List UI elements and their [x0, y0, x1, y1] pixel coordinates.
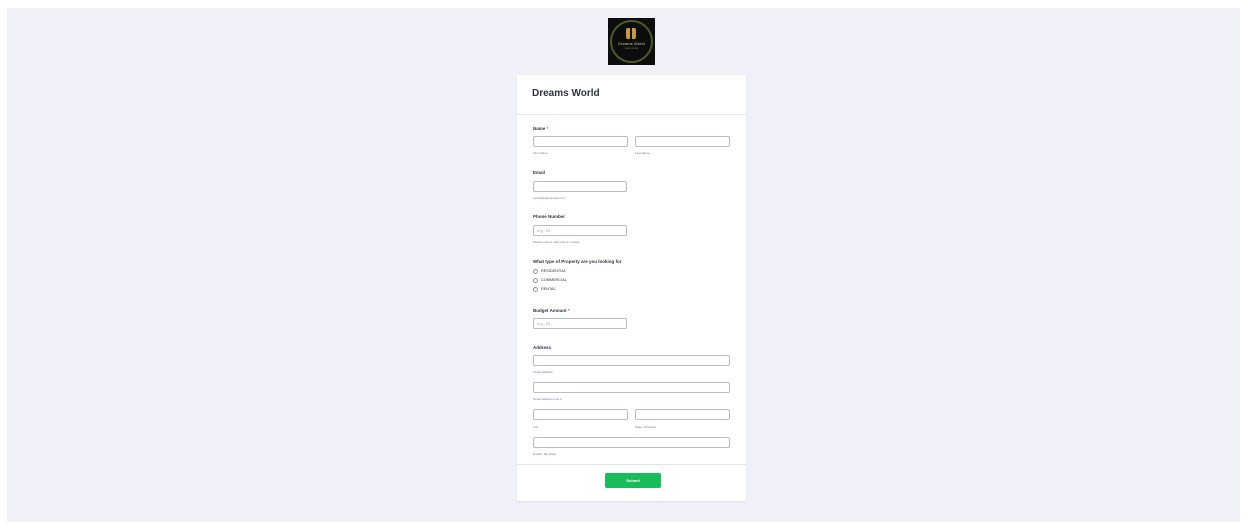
- radio-icon[interactable]: [533, 278, 538, 283]
- form-header: Dreams World: [517, 75, 746, 115]
- required-mark: *: [567, 308, 570, 313]
- zip-code-input[interactable]: [533, 437, 730, 448]
- budget-input[interactable]: [533, 318, 627, 329]
- state-input[interactable]: [635, 409, 730, 420]
- email-label: Email: [533, 170, 546, 175]
- footer-divider: [517, 464, 746, 465]
- company-logo: Dreams World REAL ESTATE: [608, 18, 655, 65]
- budget-label: Budget Amount *: [533, 308, 570, 313]
- email-sublabel: example@example.com: [533, 196, 566, 200]
- street-address-2-sublabel: Street Address Line 2: [533, 397, 562, 401]
- form-title: Dreams World: [532, 88, 600, 99]
- phone-input[interactable]: [533, 225, 627, 236]
- property-option-label: RESIDENTIAL: [541, 269, 566, 273]
- first-name-input[interactable]: [533, 136, 628, 147]
- property-option-label: RENTAL: [541, 287, 556, 291]
- name-label: Name *: [533, 126, 548, 131]
- logo-text: Dreams World: [618, 41, 645, 46]
- last-name-sublabel: Last Name: [635, 151, 650, 155]
- phone-sublabel: Please enter a valid phone number.: [533, 240, 581, 244]
- last-name-input[interactable]: [635, 136, 730, 147]
- submit-button[interactable]: Submit: [605, 473, 661, 488]
- property-option-label: COMMERCIAL: [541, 278, 567, 282]
- phone-label: Phone Number: [533, 214, 566, 219]
- city-sublabel: City: [533, 425, 539, 429]
- street-address-sublabel: Street Address: [533, 370, 553, 374]
- state-sublabel: State / Province: [635, 425, 657, 429]
- form-card: Dreams World Name * First Name Last Name…: [517, 75, 746, 501]
- budget-label-text: Budget Amount: [533, 308, 567, 313]
- first-name-sublabel: First Name: [533, 151, 548, 155]
- radio-icon[interactable]: [533, 287, 538, 292]
- zip-code-sublabel: Postal / Zip Code: [533, 452, 557, 456]
- property-type-label: What type of Property are you looking fo…: [533, 259, 622, 264]
- logo-subtext: REAL ESTATE: [624, 48, 639, 50]
- street-address-2-input[interactable]: [533, 382, 730, 393]
- city-input[interactable]: [533, 409, 628, 420]
- required-mark: *: [546, 126, 549, 131]
- street-address-input[interactable]: [533, 355, 730, 366]
- address-label: Address: [533, 345, 552, 350]
- name-label-text: Name: [533, 126, 546, 131]
- email-input[interactable]: [533, 181, 627, 192]
- building-icon: [626, 28, 636, 39]
- radio-icon[interactable]: [533, 269, 538, 274]
